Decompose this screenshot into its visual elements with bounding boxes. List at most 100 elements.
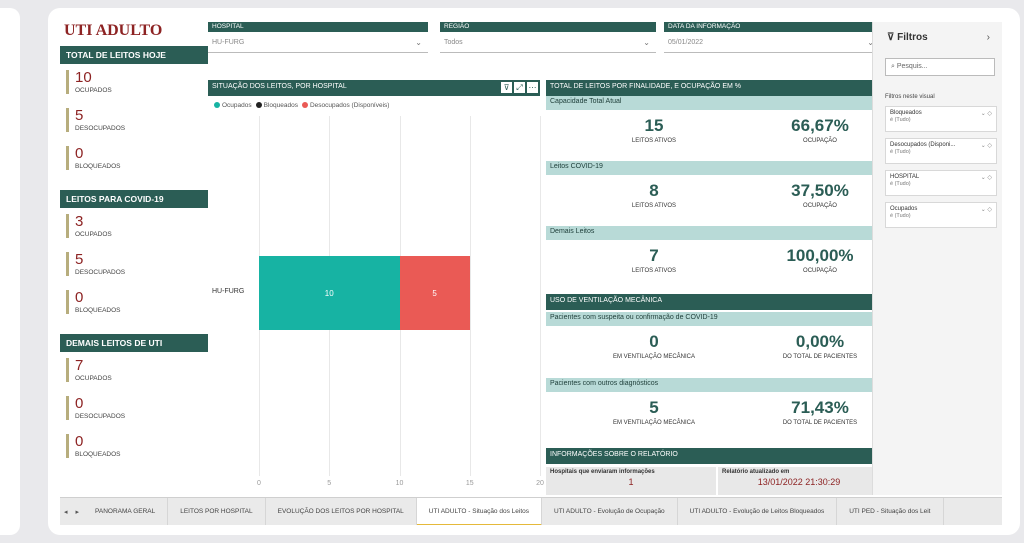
data-label: 5 bbox=[432, 288, 437, 298]
data-label: 10 bbox=[324, 288, 334, 298]
background-panel bbox=[0, 8, 20, 535]
kpi-section-header: TOTAL DE LEITOS HOJE bbox=[60, 46, 208, 64]
collapse-filters-icon[interactable]: › bbox=[987, 32, 990, 43]
metric-value: 15 bbox=[644, 116, 664, 135]
kpi-value: 0 bbox=[75, 433, 84, 450]
metric-a: 15 LEITOS ATIVOS bbox=[594, 116, 714, 144]
chevron-down-icon[interactable]: ⌄ ◇ bbox=[981, 206, 992, 213]
kpi-card: 10 OCUPADOS bbox=[66, 70, 208, 94]
kpi-section-header: DEMAIS LEITOS DE UTI bbox=[60, 334, 208, 352]
kpi-label: BLOQUEADOS bbox=[75, 451, 121, 458]
kpi-value: 0 bbox=[75, 395, 84, 412]
panel-header: USO DE VENTILAÇÃO MECÂNICA bbox=[546, 294, 922, 310]
bar-ocupados[interactable]: 10 bbox=[259, 256, 400, 330]
metric-label: OCUPAÇÃO bbox=[803, 268, 837, 274]
metric-a: 0 EM VENTILAÇÃO MECÂNICA bbox=[594, 332, 714, 360]
legend-dot bbox=[301, 102, 308, 109]
metric-label: EM VENTILAÇÃO MECÂNICA bbox=[612, 420, 695, 426]
filter-icon: ⊽ bbox=[887, 32, 898, 43]
panel-subheader: Pacientes com outros diagnósticos bbox=[546, 378, 922, 392]
tab-page-4[interactable]: UTI ADULTO - Evolução de Ocupação bbox=[542, 498, 678, 525]
tab-page-3[interactable]: UTI ADULTO - Situação dos Leitos bbox=[416, 498, 542, 525]
filter-state: é (Tudo) bbox=[890, 181, 911, 187]
metric-label: EM VENTILAÇÃO MECÂNICA bbox=[612, 354, 695, 360]
kpi-section-header: LEITOS PARA COVID-19 bbox=[60, 190, 208, 208]
filters-search-input[interactable]: ⌕ Pesquis... bbox=[885, 58, 995, 76]
filters-section-label: Filtros neste visual bbox=[885, 94, 935, 100]
tab-page-6[interactable]: UTI PED - Situação dos Leit bbox=[837, 498, 944, 525]
slicer-value[interactable]: 05/01/2022 ⌄ bbox=[664, 35, 880, 53]
metric-b: 37,50% OCUPAÇÃO bbox=[750, 181, 890, 209]
kpi-value: 3 bbox=[75, 213, 84, 230]
kpi-value: 0 bbox=[75, 145, 84, 162]
kpi-label: OCUPADOS bbox=[75, 375, 112, 382]
metric-value: 0,00% bbox=[795, 332, 845, 351]
chevron-down-icon[interactable]: ⌄ ◇ bbox=[981, 142, 992, 149]
kpi-card: 0 BLOQUEADOS bbox=[66, 290, 208, 314]
tab-page-0[interactable]: PANORAMA GERAL bbox=[83, 498, 169, 525]
filter-name: Desocupados (Disponi... bbox=[890, 142, 956, 148]
more-options-icon[interactable]: ⋯ bbox=[527, 82, 538, 93]
tab-page-5[interactable]: UTI ADULTO - Evolução de Leitos Bloquead… bbox=[678, 498, 838, 525]
x-tick-label: 10 bbox=[395, 480, 404, 487]
focus-mode-icon[interactable]: ⤢ bbox=[514, 82, 525, 93]
metric-label: DO TOTAL DE PACIENTES bbox=[782, 420, 858, 426]
filter-state: é (Tudo) bbox=[890, 213, 911, 219]
slicer-value[interactable]: Todos ⌄ bbox=[440, 35, 656, 53]
metric-label: LEITOS ATIVOS bbox=[631, 268, 677, 274]
slicer-label: REGIÃO bbox=[440, 22, 656, 32]
x-tick-label: 0 bbox=[257, 480, 261, 487]
metric-label: DO TOTAL DE PACIENTES bbox=[782, 354, 858, 360]
kpi-label: BLOQUEADOS bbox=[75, 163, 121, 170]
kpi-value: 10 bbox=[75, 69, 92, 86]
prev-page-icon[interactable]: ◂ bbox=[60, 508, 72, 516]
filter-name: Bloqueados bbox=[890, 110, 922, 116]
info-value: 1 bbox=[628, 477, 634, 487]
slicer-2[interactable]: DATA DA INFORMAÇÃO 05/01/2022 ⌄ bbox=[664, 22, 880, 62]
filter-card[interactable]: Bloqueados é (Tudo) ⌄ ◇ bbox=[885, 106, 997, 132]
kpi-card: 0 BLOQUEADOS bbox=[66, 434, 208, 458]
filter-state: é (Tudo) bbox=[890, 149, 911, 155]
slicer-value[interactable]: HU-FURG ⌄ bbox=[208, 35, 428, 53]
kpi-card: 3 OCUPADOS bbox=[66, 214, 208, 238]
panel-header: INFORMAÇÕES SOBRE O RELATÓRIO bbox=[546, 448, 922, 464]
panel-subheader: Pacientes com suspeita ou confirmação de… bbox=[546, 312, 922, 326]
metric-value: 8 bbox=[649, 181, 659, 200]
kpi-value: 5 bbox=[75, 107, 84, 124]
filter-icon[interactable]: ⊽ bbox=[501, 82, 512, 93]
metric-a: 8 LEITOS ATIVOS bbox=[594, 181, 714, 209]
gridline bbox=[540, 116, 541, 476]
kpi-label: OCUPADOS bbox=[75, 87, 112, 94]
legend-item: Bloqueados bbox=[263, 102, 298, 109]
kpi-card: 0 DESOCUPADOS bbox=[66, 396, 208, 420]
tab-page-2[interactable]: EVOLUÇÃO DOS LEITOS POR HOSPITAL bbox=[266, 498, 417, 525]
slicer-0[interactable]: HOSPITAL HU-FURG ⌄ bbox=[208, 22, 428, 62]
kpi-card: 0 BLOQUEADOS bbox=[66, 146, 208, 170]
chevron-down-icon: ⌄ bbox=[415, 38, 422, 47]
filters-pane: ⊽ Filtros › ⌕ Pesquis... Filtros neste v… bbox=[872, 22, 1002, 495]
legend-item: Ocupados bbox=[222, 102, 252, 109]
filter-card[interactable]: Desocupados (Disponi... é (Tudo) ⌄ ◇ bbox=[885, 138, 997, 164]
filter-card[interactable]: Ocupados é (Tudo) ⌄ ◇ bbox=[885, 202, 997, 228]
metric-value: 71,43% bbox=[791, 398, 849, 417]
metric-label: LEITOS ATIVOS bbox=[631, 138, 677, 144]
metric-value: 5 bbox=[649, 398, 659, 417]
metric-value: 0 bbox=[649, 332, 659, 351]
chevron-down-icon[interactable]: ⌄ ◇ bbox=[981, 174, 992, 181]
slicer-1[interactable]: REGIÃO Todos ⌄ bbox=[440, 22, 656, 62]
next-page-icon[interactable]: ▸ bbox=[72, 508, 84, 516]
filter-card[interactable]: HOSPITAL é (Tudo) ⌄ ◇ bbox=[885, 170, 997, 196]
chevron-down-icon[interactable]: ⌄ ◇ bbox=[981, 110, 992, 117]
metric-label: OCUPAÇÃO bbox=[803, 203, 837, 209]
metric-label: OCUPAÇÃO bbox=[803, 138, 837, 144]
page-tabs: ◂ ▸ PANORAMA GERAL LEITOS POR HOSPITAL EVO… bbox=[60, 497, 1002, 525]
metric-value: 100,00% bbox=[786, 246, 854, 265]
x-tick-label: 5 bbox=[327, 480, 332, 487]
legend-dot bbox=[214, 102, 220, 109]
bar-desocupados[interactable]: 5 bbox=[399, 256, 470, 330]
metric-value: 7 bbox=[649, 246, 659, 265]
metric-b: 0,00% DO TOTAL DE PACIENTES bbox=[750, 332, 890, 360]
legend-item: Desocupados (Disponíveis) bbox=[309, 102, 390, 109]
tab-page-1[interactable]: LEITOS POR HOSPITAL bbox=[168, 498, 266, 525]
filter-name: Ocupados bbox=[890, 206, 918, 212]
